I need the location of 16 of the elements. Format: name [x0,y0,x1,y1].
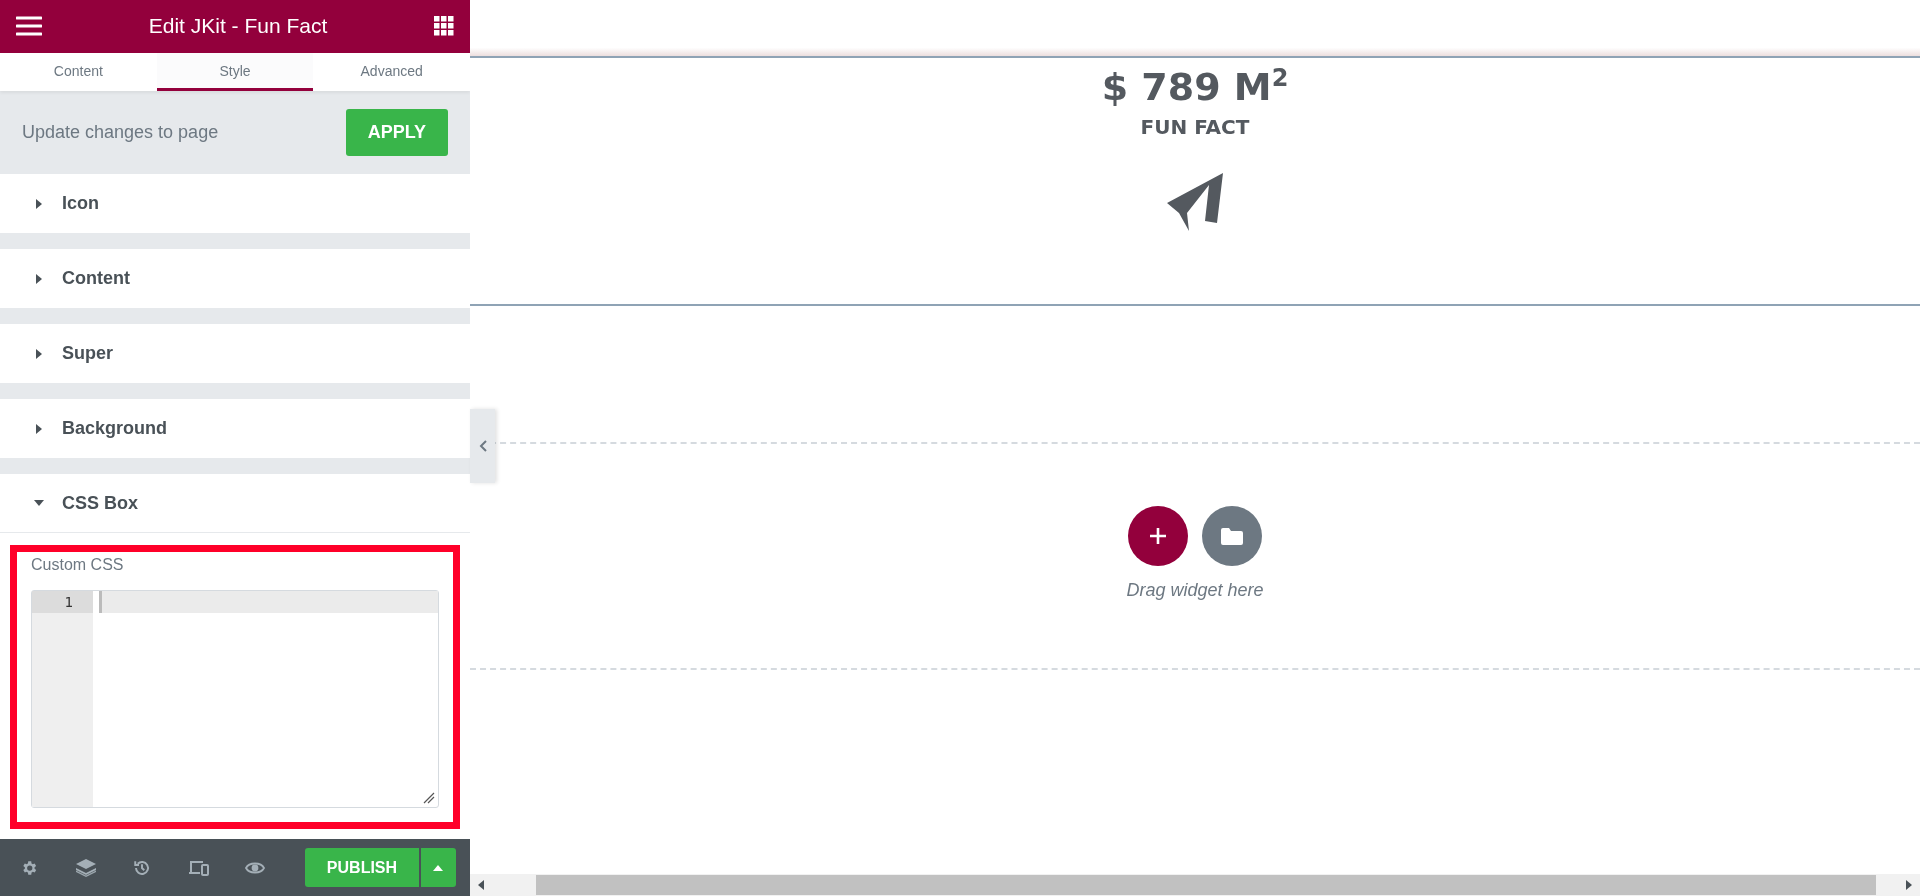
panel-tab[interactable]: Advanced [313,52,470,92]
drop-hint: Drag widget here [1126,580,1264,601]
update-message: Update changes to page [22,122,219,144]
panel-tab[interactable]: Style [156,52,314,92]
fun-fact-title: FUN FACT [1140,114,1250,139]
code-editor[interactable]: 1 [31,590,439,809]
section-header[interactable]: CSS Box [62,492,139,514]
field-label: Custom CSS [31,556,125,575]
section-header[interactable]: Super [62,343,113,365]
section-header[interactable]: Content [62,268,130,290]
panel-tab[interactable]: Content [0,52,157,92]
line-number: 1 [32,591,93,614]
section-header[interactable]: Icon [62,193,99,215]
fun-fact-value: $ 789 M$^{2}$ [1101,64,1289,109]
panel-title: Edit JKit - Fun Fact [148,14,328,39]
section-header[interactable]: Background [62,418,167,440]
